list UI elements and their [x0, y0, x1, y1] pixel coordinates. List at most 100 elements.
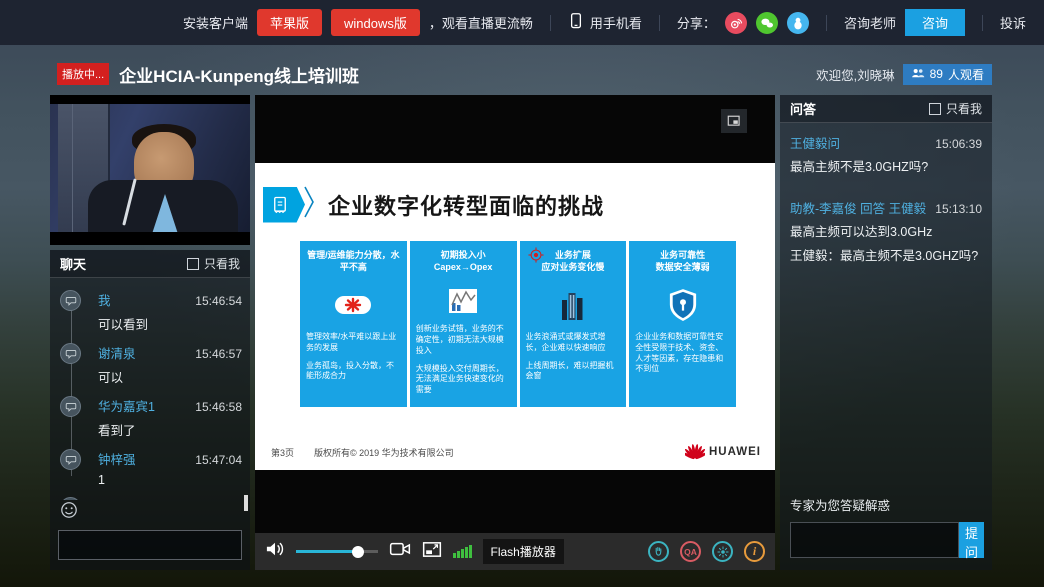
chart-icon: [416, 284, 511, 318]
qa-text: 最高主频可以达到3.0GHz: [790, 224, 982, 241]
card-text: 上线周期长，难以把握机会窗: [526, 361, 621, 383]
qa-time: 15:06:39: [935, 137, 982, 151]
chat-scrollbar[interactable]: [244, 495, 248, 511]
chat-time: 15:46:58: [195, 400, 242, 414]
chat-header: 聊天 只看我: [50, 250, 250, 278]
complaint-link[interactable]: 投诉: [1000, 13, 1026, 32]
viewer-count-badge: 89 人观看: [903, 64, 992, 85]
qa-button[interactable]: QA: [680, 541, 701, 562]
chat-avatar-icon: [60, 449, 81, 470]
chat-text: 可以: [98, 367, 242, 386]
chat-message: 谢清泉 15:46:57 可以: [58, 343, 242, 386]
qa-panel: 问答 只看我 王健毅问 15:06:39 最高主频不是3.0GHZ吗? 助教-李…: [780, 95, 992, 570]
chat-only-me-label: 只看我: [204, 255, 240, 272]
chat-only-me-toggle[interactable]: 只看我: [187, 255, 240, 272]
topbar: 安装客户端 苹果版 windows版 ，观看直播更流畅 用手机看 分享： 咨询老…: [0, 0, 1044, 45]
shield-icon: [635, 284, 730, 326]
status-badge: 播放中...: [57, 63, 109, 85]
slide-footer: 第3页 版权所有© 2019 华为技术有限公司 HUAWEI: [271, 443, 761, 461]
chat-panel: 聊天 只看我 我 15:46:54 可以看到: [50, 250, 250, 570]
slide-cards: 管理/运维能力分散，水 平不高 管理效率/水平难以跟上业务的发展 业务孤岛，投入…: [300, 241, 736, 407]
chat-message: 钟梓强 15:47:04 1: [58, 449, 242, 487]
raise-hand-button[interactable]: [648, 541, 669, 562]
viewer-count: 89: [930, 67, 943, 81]
divider: [826, 15, 827, 31]
qa-only-me-toggle[interactable]: 只看我: [929, 100, 982, 117]
slide-title: 企业数字化转型面临的挑战: [328, 189, 604, 221]
welcome-text: 欢迎您,刘晓琳: [816, 65, 894, 84]
qa-time: 15:13:10: [935, 202, 982, 216]
chat-message: 王健毅 15:48:27 1: [58, 497, 242, 500]
document-icon: [263, 187, 305, 223]
titlebar: 播放中... 企业HCIA-Kunpeng线上培训班 欢迎您,刘晓琳 89 人观…: [0, 55, 1044, 93]
qa-user: 王健毅问: [790, 133, 840, 152]
divider: [659, 15, 660, 31]
volume-knob[interactable]: [352, 546, 364, 558]
card-text: 管理效率/水平难以跟上业务的发展: [306, 332, 401, 354]
qa-message: 助教-李嘉俊 回答 王健毅 15:13:10 最高主频可以达到3.0GHz 王健…: [790, 198, 982, 265]
swap-view-button[interactable]: [721, 109, 747, 133]
chat-avatar-icon: [60, 290, 81, 311]
ask-question-button[interactable]: 提问: [959, 522, 984, 558]
wechat-icon[interactable]: [756, 12, 778, 34]
chat-avatar-icon: [60, 343, 81, 364]
flash-player-label: Flash播放器: [483, 539, 564, 564]
card-title: 初期投入小 Capex→Opex: [416, 250, 511, 273]
emoji-icon[interactable]: [60, 501, 78, 524]
settings-button[interactable]: [712, 541, 733, 562]
camera-icon[interactable]: [389, 541, 411, 562]
chat-text: 可以看到: [98, 314, 242, 333]
qq-icon[interactable]: [787, 12, 809, 34]
slide-card-3: 业务扩展 应对业务变化慢 业务浪涌式或爆发式增长，企业难以快速响应 上线周期长，…: [520, 241, 627, 407]
card-text: 企业业务和数据可靠性安全性受限于技术、资金、人才等因素，存在隐患和不到位: [635, 332, 730, 375]
presentation-player: 企业数字化转型面临的挑战 管理/运维能力分散，水 平不高 管理效率/水平难以跟上…: [255, 95, 775, 533]
buildings-icon: [526, 284, 621, 326]
apple-version-button[interactable]: 苹果版: [257, 9, 322, 36]
qa-header: 问答 只看我: [780, 95, 992, 123]
viewer-label: 人观看: [948, 66, 984, 83]
volume-slider[interactable]: [296, 550, 378, 553]
qa-question-input[interactable]: [790, 522, 959, 558]
consult-teacher-label: 咨询老师: [844, 13, 896, 32]
weibo-icon[interactable]: [725, 12, 747, 34]
qa-only-me-checkbox[interactable]: [929, 103, 941, 115]
slide-title-row: 企业数字化转型面临的挑战: [263, 183, 604, 226]
chat-only-me-checkbox[interactable]: [187, 258, 199, 270]
huawei-wordmark: HUAWEI: [709, 446, 761, 458]
pip-swap-icon[interactable]: [422, 541, 442, 563]
divider: [550, 15, 551, 31]
chat-input[interactable]: [58, 530, 242, 560]
player-controlbar: Flash播放器 QA i: [255, 533, 775, 570]
watch-on-mobile-link[interactable]: 用手机看: [568, 12, 642, 33]
slide-copyright: 版权所有© 2019 华为技术有限公司: [314, 446, 454, 459]
chat-message: 我 15:46:54 可以看到: [58, 290, 242, 333]
qa-title: 问答: [790, 99, 816, 118]
consult-button[interactable]: 咨询: [905, 9, 965, 36]
huawei-logo: HUAWEI: [685, 443, 761, 461]
page-title: 企业HCIA-Kunpeng线上培训班: [119, 62, 359, 87]
burst-cloud-icon: [306, 284, 401, 326]
windows-version-button[interactable]: windows版: [331, 9, 420, 36]
card-title: 管理/运维能力分散，水 平不高: [306, 250, 401, 273]
slide-card-2: 初期投入小 Capex→Opex 创新业务试错，业务的不确定性，初期无法大规模投…: [410, 241, 517, 407]
install-client-label: 安装客户端: [183, 13, 248, 32]
qa-glyph: QA: [684, 547, 697, 557]
webcam-video: [50, 95, 250, 245]
volume-fill: [296, 550, 358, 553]
card-title: 业务可靠性 数据安全薄弱: [635, 250, 730, 273]
speaker-icon[interactable]: [265, 540, 285, 563]
chat-text: 看到了: [98, 420, 242, 439]
chat-message: 华为嘉宾1 15:46:58 看到了: [58, 396, 242, 439]
signal-strength-icon: [453, 545, 472, 558]
qa-prompt: 专家为您答疑解惑: [790, 495, 982, 514]
card-text: 业务浪涌式或爆发式增长，企业难以快速响应: [526, 332, 621, 354]
chat-avatar-icon: [60, 396, 81, 417]
chat-user: 华为嘉宾1: [98, 396, 155, 415]
webcam-frame: [50, 104, 250, 232]
info-glyph: i: [753, 544, 756, 559]
watch-on-mobile-label: 用手机看: [590, 13, 642, 32]
chat-user: 我: [98, 290, 111, 309]
info-button[interactable]: i: [744, 541, 765, 562]
chat-user: 谢清泉: [98, 343, 136, 362]
chat-title: 聊天: [60, 254, 86, 273]
